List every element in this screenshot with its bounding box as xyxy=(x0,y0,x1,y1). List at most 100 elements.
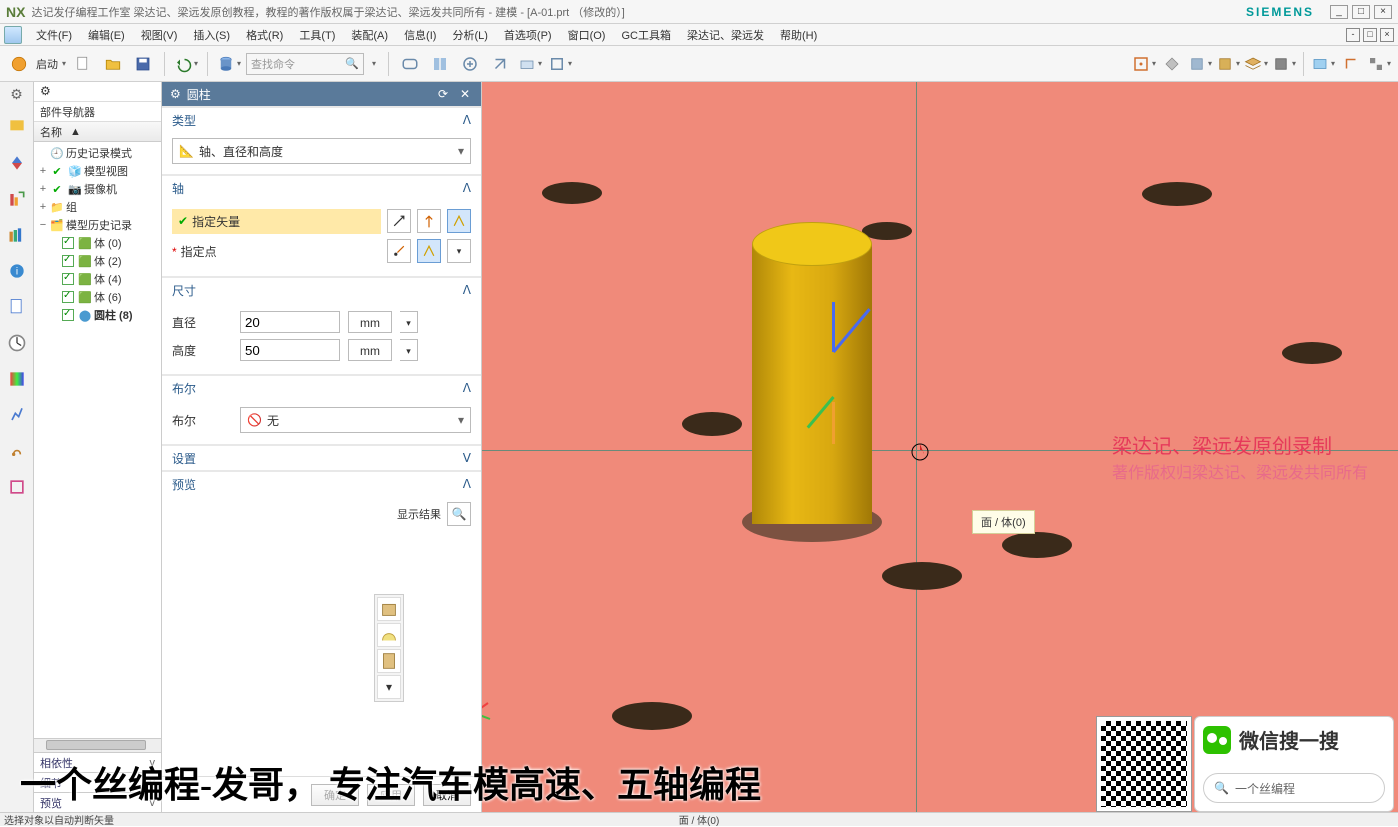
layer-button[interactable] xyxy=(1243,51,1269,77)
section-preview-header[interactable]: 预览ᐱ xyxy=(162,470,481,496)
wireframe-button[interactable] xyxy=(1215,51,1241,77)
section-axis-header[interactable]: 轴ᐱ xyxy=(162,174,481,200)
specify-vector-row[interactable]: ✔指定矢量 xyxy=(172,209,381,234)
maximize-button[interactable]: □ xyxy=(1352,5,1370,19)
more-shape-icon[interactable]: ▾ xyxy=(377,675,401,699)
rail-icon-2[interactable] xyxy=(5,151,29,175)
node-history-mode[interactable]: 历史记录模式 xyxy=(66,145,132,161)
rail-icon-11[interactable] xyxy=(5,475,29,499)
new-button[interactable] xyxy=(70,51,96,77)
rail-icon-4[interactable] xyxy=(5,223,29,247)
vector-picker-icon[interactable] xyxy=(387,209,411,233)
diameter-unit[interactable]: mm xyxy=(348,311,392,333)
close-button[interactable]: × xyxy=(1374,5,1392,19)
show-result-button[interactable]: 🔍 xyxy=(447,502,471,526)
menu-assembly[interactable]: 装配(A) xyxy=(343,24,396,46)
height-unit[interactable]: mm xyxy=(348,339,392,361)
dialog-titlebar[interactable]: ⚙ 圆柱 ⟳ ✕ xyxy=(162,82,481,106)
minimize-button[interactable]: _ xyxy=(1330,5,1348,19)
undo-button[interactable] xyxy=(173,51,199,77)
node-model-view[interactable]: 模型视图 xyxy=(84,163,128,179)
node-body-2[interactable]: 体 (2) xyxy=(94,253,122,269)
menu-tools[interactable]: 工具(T) xyxy=(291,24,343,46)
type-combo[interactable]: 📐 轴、直径和高度 ▾ xyxy=(172,138,471,164)
vector-infer-icon[interactable] xyxy=(417,209,441,233)
more-view-button[interactable] xyxy=(1366,51,1392,77)
mdi-close-button[interactable]: × xyxy=(1380,28,1394,42)
section-dim-header[interactable]: 尺寸ᐱ xyxy=(162,276,481,302)
node-group[interactable]: 组 xyxy=(66,199,77,215)
point-infer-icon[interactable] xyxy=(417,239,441,263)
height-input[interactable] xyxy=(240,339,340,361)
tool-icon-5[interactable] xyxy=(517,51,543,77)
fit-view-button[interactable] xyxy=(1131,51,1157,77)
section-settings-header[interactable]: 设置ᐯ xyxy=(162,444,481,470)
edge-button[interactable] xyxy=(1338,51,1364,77)
point-menu-icon[interactable]: ▾ xyxy=(447,239,471,263)
node-body-6[interactable]: 体 (6) xyxy=(94,289,122,305)
shade-button[interactable] xyxy=(1159,51,1185,77)
command-search-input[interactable]: 查找命令 🔍 xyxy=(246,53,364,75)
menu-info[interactable]: 信息(I) xyxy=(396,24,444,46)
section-bool-header[interactable]: 布尔ᐱ xyxy=(162,374,481,400)
navigator-header[interactable]: 名称 ▲ xyxy=(34,122,161,142)
save-button[interactable] xyxy=(130,51,156,77)
open-button[interactable] xyxy=(100,51,126,77)
dialog-gear-icon[interactable]: ⚙ xyxy=(170,87,181,101)
menu-file[interactable]: 文件(F) xyxy=(28,24,80,46)
point-picker-icon[interactable] xyxy=(387,239,411,263)
rail-icon-9[interactable] xyxy=(5,403,29,427)
section-button[interactable] xyxy=(1271,51,1297,77)
menu-window[interactable]: 窗口(O) xyxy=(560,24,614,46)
rail-icon-5[interactable]: i xyxy=(5,259,29,283)
menu-insert[interactable]: 插入(S) xyxy=(185,24,238,46)
node-camera[interactable]: 摄像机 xyxy=(84,181,117,197)
search-dropdown[interactable]: ▾ xyxy=(368,59,380,68)
menu-edit[interactable]: 编辑(E) xyxy=(80,24,133,46)
rail-icon-3[interactable] xyxy=(5,187,29,211)
app-menu-icon[interactable] xyxy=(4,26,22,44)
block-icon[interactable] xyxy=(377,597,401,621)
menu-help[interactable]: 帮助(H) xyxy=(772,24,825,46)
start-button[interactable] xyxy=(6,51,32,77)
menu-view[interactable]: 视图(V) xyxy=(133,24,186,46)
rail-icon-8[interactable] xyxy=(5,367,29,391)
vector-auto-icon[interactable] xyxy=(447,209,471,233)
diameter-input[interactable] xyxy=(240,311,340,333)
navigator-h-scrollbar[interactable] xyxy=(34,738,161,752)
node-model-history[interactable]: 模型历史记录 xyxy=(66,217,132,233)
tool-icon-4[interactable] xyxy=(487,51,513,77)
wechat-search-input[interactable]: 🔍 一个丝编程 xyxy=(1203,773,1385,803)
navigator-gear-icon[interactable]: ⚙ xyxy=(34,82,161,102)
start-label[interactable]: 启动 xyxy=(36,56,58,72)
tool-icon-2[interactable] xyxy=(427,51,453,77)
section-type-header[interactable]: 类型ᐱ xyxy=(162,106,481,132)
dialog-close-icon[interactable]: ✕ xyxy=(457,86,473,102)
menu-preferences[interactable]: 首选项(P) xyxy=(496,24,560,46)
rail-icon-1[interactable] xyxy=(5,115,29,139)
rail-icon-6[interactable] xyxy=(5,295,29,319)
render-style-button[interactable] xyxy=(1187,51,1213,77)
graphics-viewport[interactable]: 面 / 体(0) 梁达记、梁远发原创录制 著作版权归梁达记、梁远发共同所有 xyxy=(482,82,1398,812)
menu-author[interactable]: 梁达记、梁远发 xyxy=(679,24,772,46)
extrude-icon[interactable] xyxy=(377,649,401,673)
mdi-restore-button[interactable]: □ xyxy=(1363,28,1377,42)
diameter-dd[interactable]: ▾ xyxy=(400,311,418,333)
node-body-0[interactable]: 体 (0) xyxy=(94,235,122,251)
tool-icon-1[interactable] xyxy=(397,51,423,77)
rail-icon-10[interactable] xyxy=(5,439,29,463)
settings-rail-icon[interactable]: ⚙ xyxy=(10,86,23,103)
menu-analyze[interactable]: 分析(L) xyxy=(444,24,495,46)
display-button[interactable] xyxy=(1310,51,1336,77)
node-body-4[interactable]: 体 (4) xyxy=(94,271,122,287)
menu-format[interactable]: 格式(R) xyxy=(238,24,291,46)
menu-gctoolbox[interactable]: GC工具箱 xyxy=(613,24,679,46)
tool-icon-3[interactable] xyxy=(457,51,483,77)
tool-icon-6[interactable] xyxy=(547,51,573,77)
navigator-tree[interactable]: 🕘历史记录模式 +✔🧊模型视图 +✔📷摄像机 +📁组 −🗂️模型历史记录 🟩体 … xyxy=(34,142,161,738)
height-dd[interactable]: ▾ xyxy=(400,339,418,361)
dialog-pin-icon[interactable]: ⟳ xyxy=(435,86,451,102)
cylinder-tool-button[interactable] xyxy=(216,51,242,77)
sweep-icon[interactable] xyxy=(377,623,401,647)
mdi-minimize-button[interactable]: - xyxy=(1346,28,1360,42)
